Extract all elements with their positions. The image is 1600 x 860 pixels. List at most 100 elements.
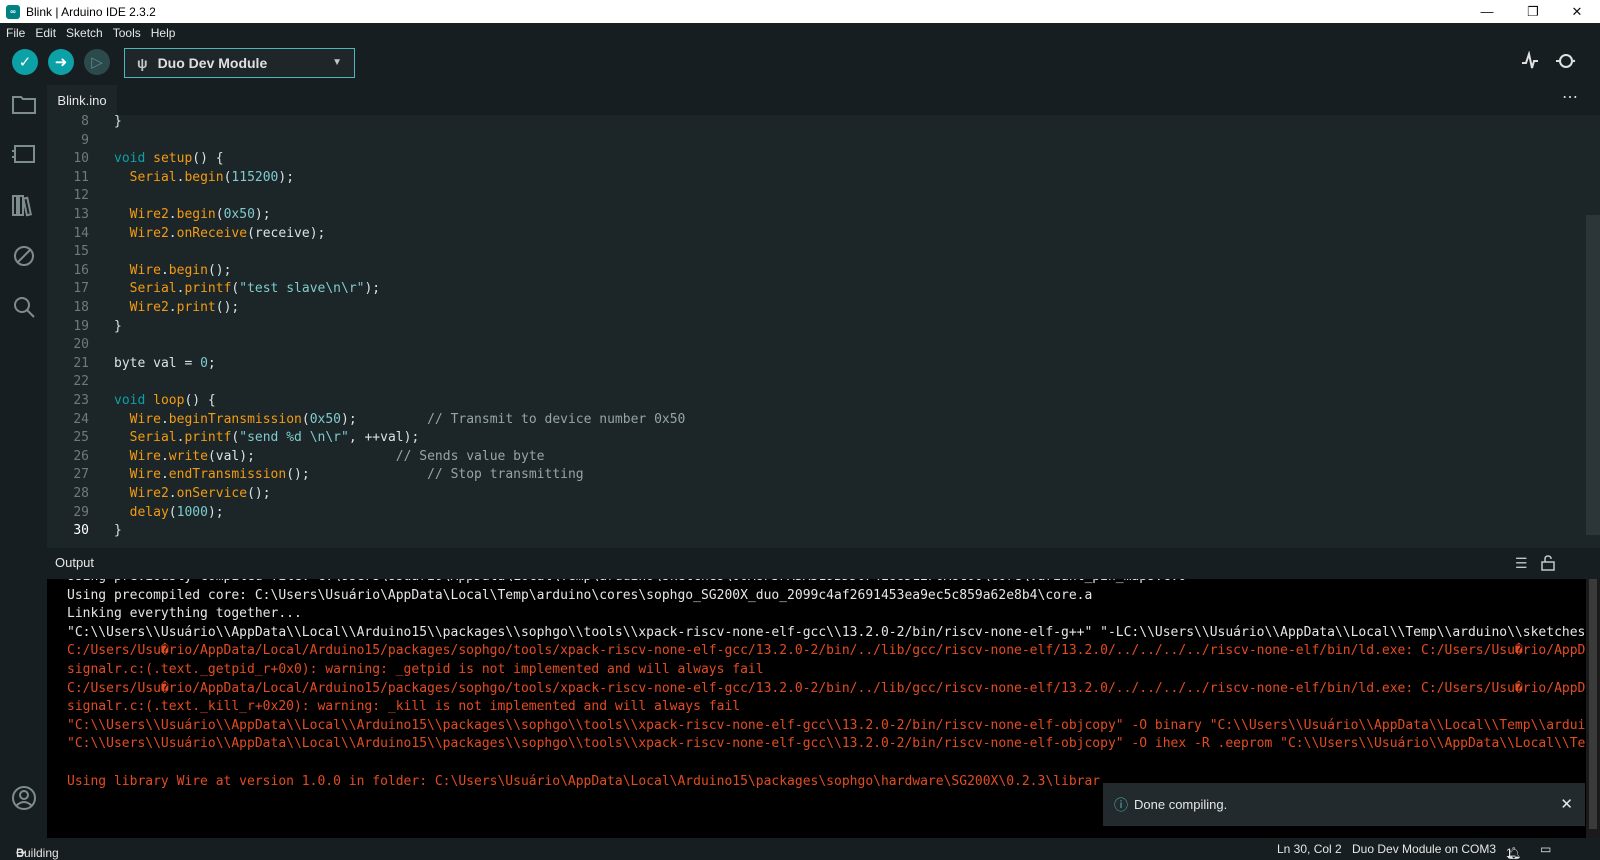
- line-number: 29: [73, 504, 89, 520]
- pulse-icon: [1522, 50, 1538, 69]
- editor-scrollbar[interactable]: [1586, 215, 1600, 535]
- code-line[interactable]: 13 Wire2.begin(0x50);: [47, 205, 1547, 224]
- tab-bar: Blink.ino ⋯: [47, 81, 1600, 115]
- line-number: 18: [73, 300, 89, 315]
- code-line[interactable]: 30}: [47, 521, 1547, 540]
- info-icon: ⓘ: [1114, 796, 1128, 813]
- line-number: 20: [73, 337, 89, 353]
- serial-monitor-button[interactable]: [1554, 51, 1578, 73]
- output-line: C:/Users/Usu�rio/AppData/Local/Arduino15…: [67, 643, 1600, 659]
- code-line[interactable]: 17 Serial.printf("test slave\n\r");: [47, 279, 1547, 298]
- usb-icon: ψ: [137, 55, 148, 71]
- output-scrollbar[interactable]: [1586, 579, 1600, 838]
- account-icon[interactable]: [10, 785, 38, 813]
- code-line[interactable]: 28 Wire2.onService();: [47, 484, 1547, 503]
- output-line: "C:\\Users\\Usuário\\AppData\\Local\\Ard…: [67, 717, 1600, 733]
- board-selector[interactable]: ψ Duo Dev Module ▼: [124, 48, 355, 78]
- code-editor[interactable]: 8} 9 10 void setup() {11 Serial.begin(11520…: [47, 115, 1600, 548]
- code-text: Wire.begin();: [129, 262, 232, 278]
- toolbar: ✓ ➜ ▷ ψ Duo Dev Module ▼: [0, 43, 1600, 81]
- code-line[interactable]: 10 void setup() {: [47, 149, 1547, 168]
- verify-button[interactable]: ✓: [12, 49, 38, 75]
- code-text: Wire.beginTransmission(0x50); // Transmi…: [129, 411, 686, 427]
- code-text: Wire.endTransmission(); // Stop transmit…: [129, 467, 584, 483]
- library-icon[interactable]: [10, 193, 38, 221]
- code-line[interactable]: 18 Wire2.print();: [47, 298, 1547, 317]
- debug-button[interactable]: ▷: [84, 49, 110, 75]
- code-line[interactable]: 24 Wire.beginTransmission(0x50); // Tran…: [47, 410, 1547, 429]
- board-manager-icon[interactable]: [10, 143, 38, 171]
- line-number: 11: [73, 169, 89, 185]
- restore-icon[interactable]: ❐: [1510, 0, 1556, 23]
- code-text: delay(1000);: [129, 504, 224, 520]
- code-line[interactable]: 23 void loop() {: [47, 391, 1547, 410]
- code-text: Wire.write(val); // Sends value byte: [129, 448, 545, 464]
- code-text: Wire2.onReceive(receive);: [129, 225, 326, 241]
- serial-monitor-icon: [1556, 54, 1576, 68]
- line-number: 14: [73, 225, 89, 241]
- notification-toast: ⓘ Done compiling. ✕: [1103, 783, 1585, 826]
- window-title: Blink | Arduino IDE 2.3.2: [26, 4, 156, 19]
- toggle-output-icon[interactable]: ▭: [1540, 842, 1551, 856]
- code-text: Serial.printf("test slave\n\r");: [129, 281, 381, 297]
- code-line[interactable]: 21 byte val = 0;: [47, 354, 1547, 373]
- debug-icon[interactable]: [10, 244, 38, 272]
- code-text: byte val = 0;: [114, 355, 216, 371]
- serial-plotter-button[interactable]: [1518, 50, 1542, 73]
- line-number: 30: [73, 523, 89, 539]
- close-icon[interactable]: ✕: [1560, 795, 1573, 813]
- code-line[interactable]: 20: [47, 335, 1547, 354]
- line-number: 27: [73, 467, 89, 483]
- debug-icon: ▷: [91, 54, 103, 71]
- code-text: Wire2.onService();: [129, 486, 271, 501]
- code-line[interactable]: 12: [47, 186, 1547, 205]
- code-line[interactable]: 11 Serial.begin(115200);: [47, 168, 1547, 187]
- code-line[interactable]: 14 Wire2.onReceive(receive);: [47, 224, 1547, 243]
- code-line[interactable]: 29 delay(1000);: [47, 503, 1547, 522]
- code-line[interactable]: 16 Wire.begin();: [47, 261, 1547, 280]
- menu-help[interactable]: Help: [151, 26, 176, 40]
- board-port-status[interactable]: Duo Dev Module on COM3: [1352, 842, 1496, 856]
- close-icon[interactable]: ✕: [1554, 0, 1600, 23]
- clear-output-icon[interactable]: ☰: [1515, 555, 1528, 572]
- line-number: 24: [73, 411, 89, 427]
- code-text: void setup() {: [114, 151, 224, 167]
- line-number: 16: [73, 262, 89, 278]
- line-number: 13: [73, 207, 89, 222]
- code-line[interactable]: 25 Serial.printf("send %d \n\r", ++val);: [47, 428, 1547, 447]
- line-number: 8: [81, 115, 89, 129]
- code-line[interactable]: 19}: [47, 317, 1547, 336]
- output-line: Using library Wire at version 1.0.0 in f…: [67, 773, 1101, 789]
- code-line[interactable]: 26 Wire.write(val); // Sends value byte: [47, 447, 1547, 466]
- upload-button[interactable]: ➜: [48, 49, 74, 75]
- chevron-down-icon: ▼: [332, 57, 342, 68]
- code-line[interactable]: 27 Wire.endTransmission(); // Stop trans…: [47, 465, 1547, 484]
- menu-sketch[interactable]: Sketch: [66, 26, 103, 40]
- menu-edit[interactable]: Edit: [35, 26, 56, 40]
- code-line[interactable]: 22: [47, 372, 1547, 391]
- code-text: Wire2.print();: [129, 300, 240, 315]
- code-text: }: [114, 523, 122, 539]
- code-line[interactable]: 8}: [47, 115, 1547, 131]
- search-icon[interactable]: [10, 295, 38, 323]
- check-icon: ✓: [18, 54, 32, 71]
- more-options-icon[interactable]: ⋯: [1562, 87, 1578, 107]
- code-text: }: [114, 115, 122, 129]
- menu-tools[interactable]: Tools: [113, 26, 141, 40]
- code-line[interactable]: 9: [47, 131, 1547, 150]
- line-number: 15: [73, 244, 89, 260]
- line-number: 17: [73, 281, 89, 297]
- line-number: 25: [73, 430, 89, 446]
- output-line: signalr.c:(.text._kill_r+0x20): warning:…: [67, 699, 741, 715]
- status-bar: ⟳ Building sketch Ln 30, Col 2 Duo Dev M…: [0, 838, 1600, 860]
- output-line: "C:\\Users\\Usuário\\AppData\\Local\\Ard…: [67, 624, 1600, 640]
- tab-blink-ino[interactable]: Blink.ino: [47, 85, 117, 115]
- code-text: Serial.printf("send %d \n\r", ++val);: [129, 430, 420, 446]
- cursor-position[interactable]: Ln 30, Col 2: [1277, 842, 1342, 856]
- code-line[interactable]: 15: [47, 242, 1547, 261]
- board-name: Duo Dev Module: [157, 55, 268, 71]
- minimize-icon[interactable]: —: [1464, 0, 1510, 23]
- menu-file[interactable]: File: [6, 26, 25, 40]
- folder-icon[interactable]: [10, 93, 38, 121]
- lock-icon[interactable]: [1541, 555, 1555, 574]
